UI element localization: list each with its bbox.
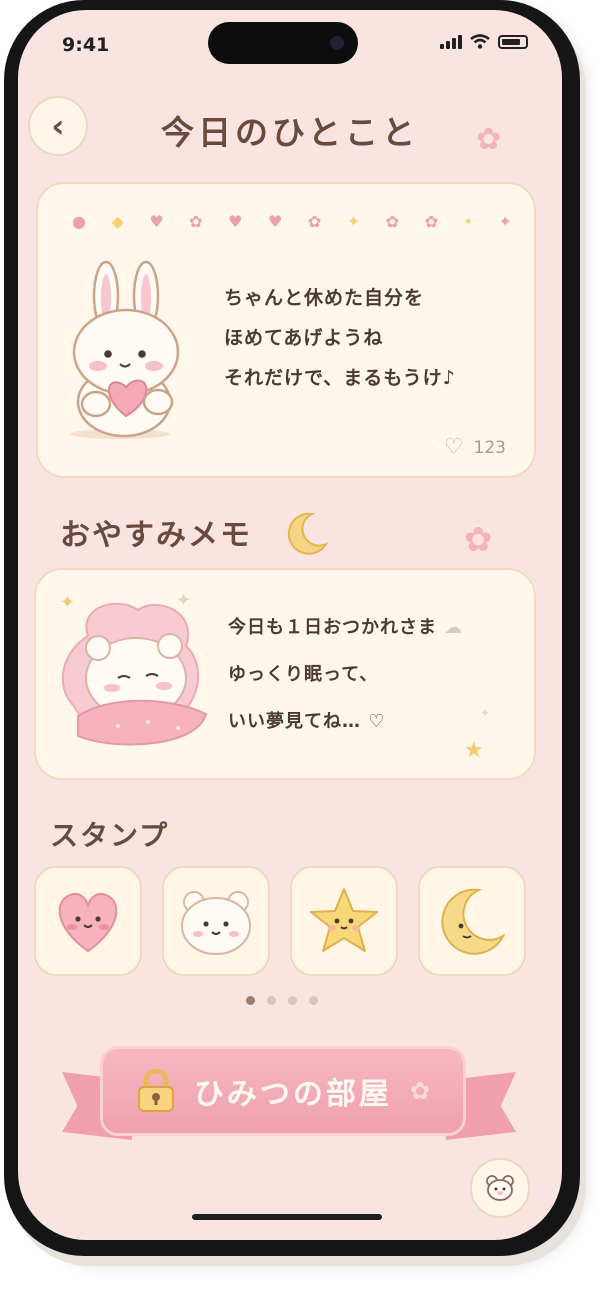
garland-decoration: ● ◆ ♥ ✿ ♥ ♥ ✿ ✦ ✿ ✿ • ✦: [72, 211, 512, 231]
cellular-signal-icon: [440, 34, 462, 49]
page-dot[interactable]: [267, 996, 276, 1005]
sleep-memo-title: おやすみメモ: [60, 518, 252, 553]
message-line: 今日も１日おつかれさま ☁: [228, 617, 464, 638]
like-button[interactable]: ♡ 123: [444, 435, 506, 460]
flower-icon: ✿: [464, 520, 493, 560]
flower-icon: ✿: [409, 1077, 431, 1105]
sleeping-bear-illustration: [61, 602, 208, 746]
stamps-title: スタンプ: [50, 819, 170, 852]
battery-icon: [498, 34, 528, 49]
message-line: それだけで、まるもうけ♪: [224, 367, 456, 389]
crescent-moon-icon: [287, 512, 329, 555]
mascot-button[interactable]: [470, 1158, 530, 1218]
stamp-moon[interactable]: [418, 866, 526, 976]
stamp-star[interactable]: [290, 866, 398, 976]
status-time: 9:41: [62, 34, 110, 56]
lock-icon: [137, 1069, 174, 1112]
status-icons: [440, 34, 528, 49]
stamp-bear[interactable]: [162, 866, 270, 976]
page-dot[interactable]: [309, 996, 318, 1005]
phone-frame: 9:41 ‹ 今日のひとこと ✿ ●◆♥✿♥♥✿✦✿✿•✦: [4, 0, 580, 1256]
sleep-memo-message: 今日も１日おつかれさま ☁ ゆっくり眠って、 いい夢見てね… ♡: [228, 604, 463, 745]
like-count: 123: [473, 437, 506, 458]
home-indicator[interactable]: [192, 1214, 382, 1220]
bunny-illustration: [70, 260, 180, 439]
bear-face-icon: [486, 1175, 514, 1201]
message-line: いい夢見てね… ♡: [228, 711, 386, 732]
dynamic-island: [208, 22, 358, 64]
secret-room-label: ひみつの部屋: [193, 1077, 392, 1112]
bear-face-icon: [181, 891, 251, 955]
message-line: ゆっくり眠って、: [228, 664, 379, 685]
stamp-heart[interactable]: [34, 866, 142, 976]
message-line: ほめてあげようね: [224, 327, 384, 349]
message-line: ちゃんと休めた自分を: [224, 287, 425, 309]
page-dot-active[interactable]: [246, 996, 255, 1005]
heart-outline-icon: ♡: [443, 435, 464, 460]
daily-message: ちゃんと休めた自分を ほめてあげようね それだけで、まるもうけ♪: [224, 278, 456, 398]
crescent-moon-icon: [441, 888, 506, 955]
sparkle-icon: ✦: [480, 706, 491, 720]
page-dot[interactable]: [288, 996, 297, 1005]
daily-message-card: ● ◆ ♥ ✿ ♥ ♥ ✿ ✦ ✿ ✿ • ✦ ちゃんと休めた自分を ほめてあげ…: [36, 182, 536, 478]
wifi-icon: [470, 34, 490, 49]
camera-icon: [330, 36, 344, 50]
star-icon: ★: [464, 738, 484, 763]
sleep-memo-card: ✦ ✦ 今日も１日おつかれさま ☁ ゆっくり眠って、 いい夢見てね… ♡ ★ ✦: [34, 568, 536, 780]
flower-icon: ✿: [476, 122, 502, 157]
app-screen: 9:41 ‹ 今日のひとこと ✿ ●◆♥✿♥♥✿✦✿✿•✦: [18, 10, 562, 1240]
stamp-page-indicator[interactable]: [246, 996, 318, 1005]
secret-room-button[interactable]: ひみつの部屋 ✿: [100, 1046, 466, 1136]
heart-face-icon: [58, 893, 118, 953]
star-face-icon: [310, 888, 378, 952]
cloud-icon: ☁: [444, 617, 464, 638]
